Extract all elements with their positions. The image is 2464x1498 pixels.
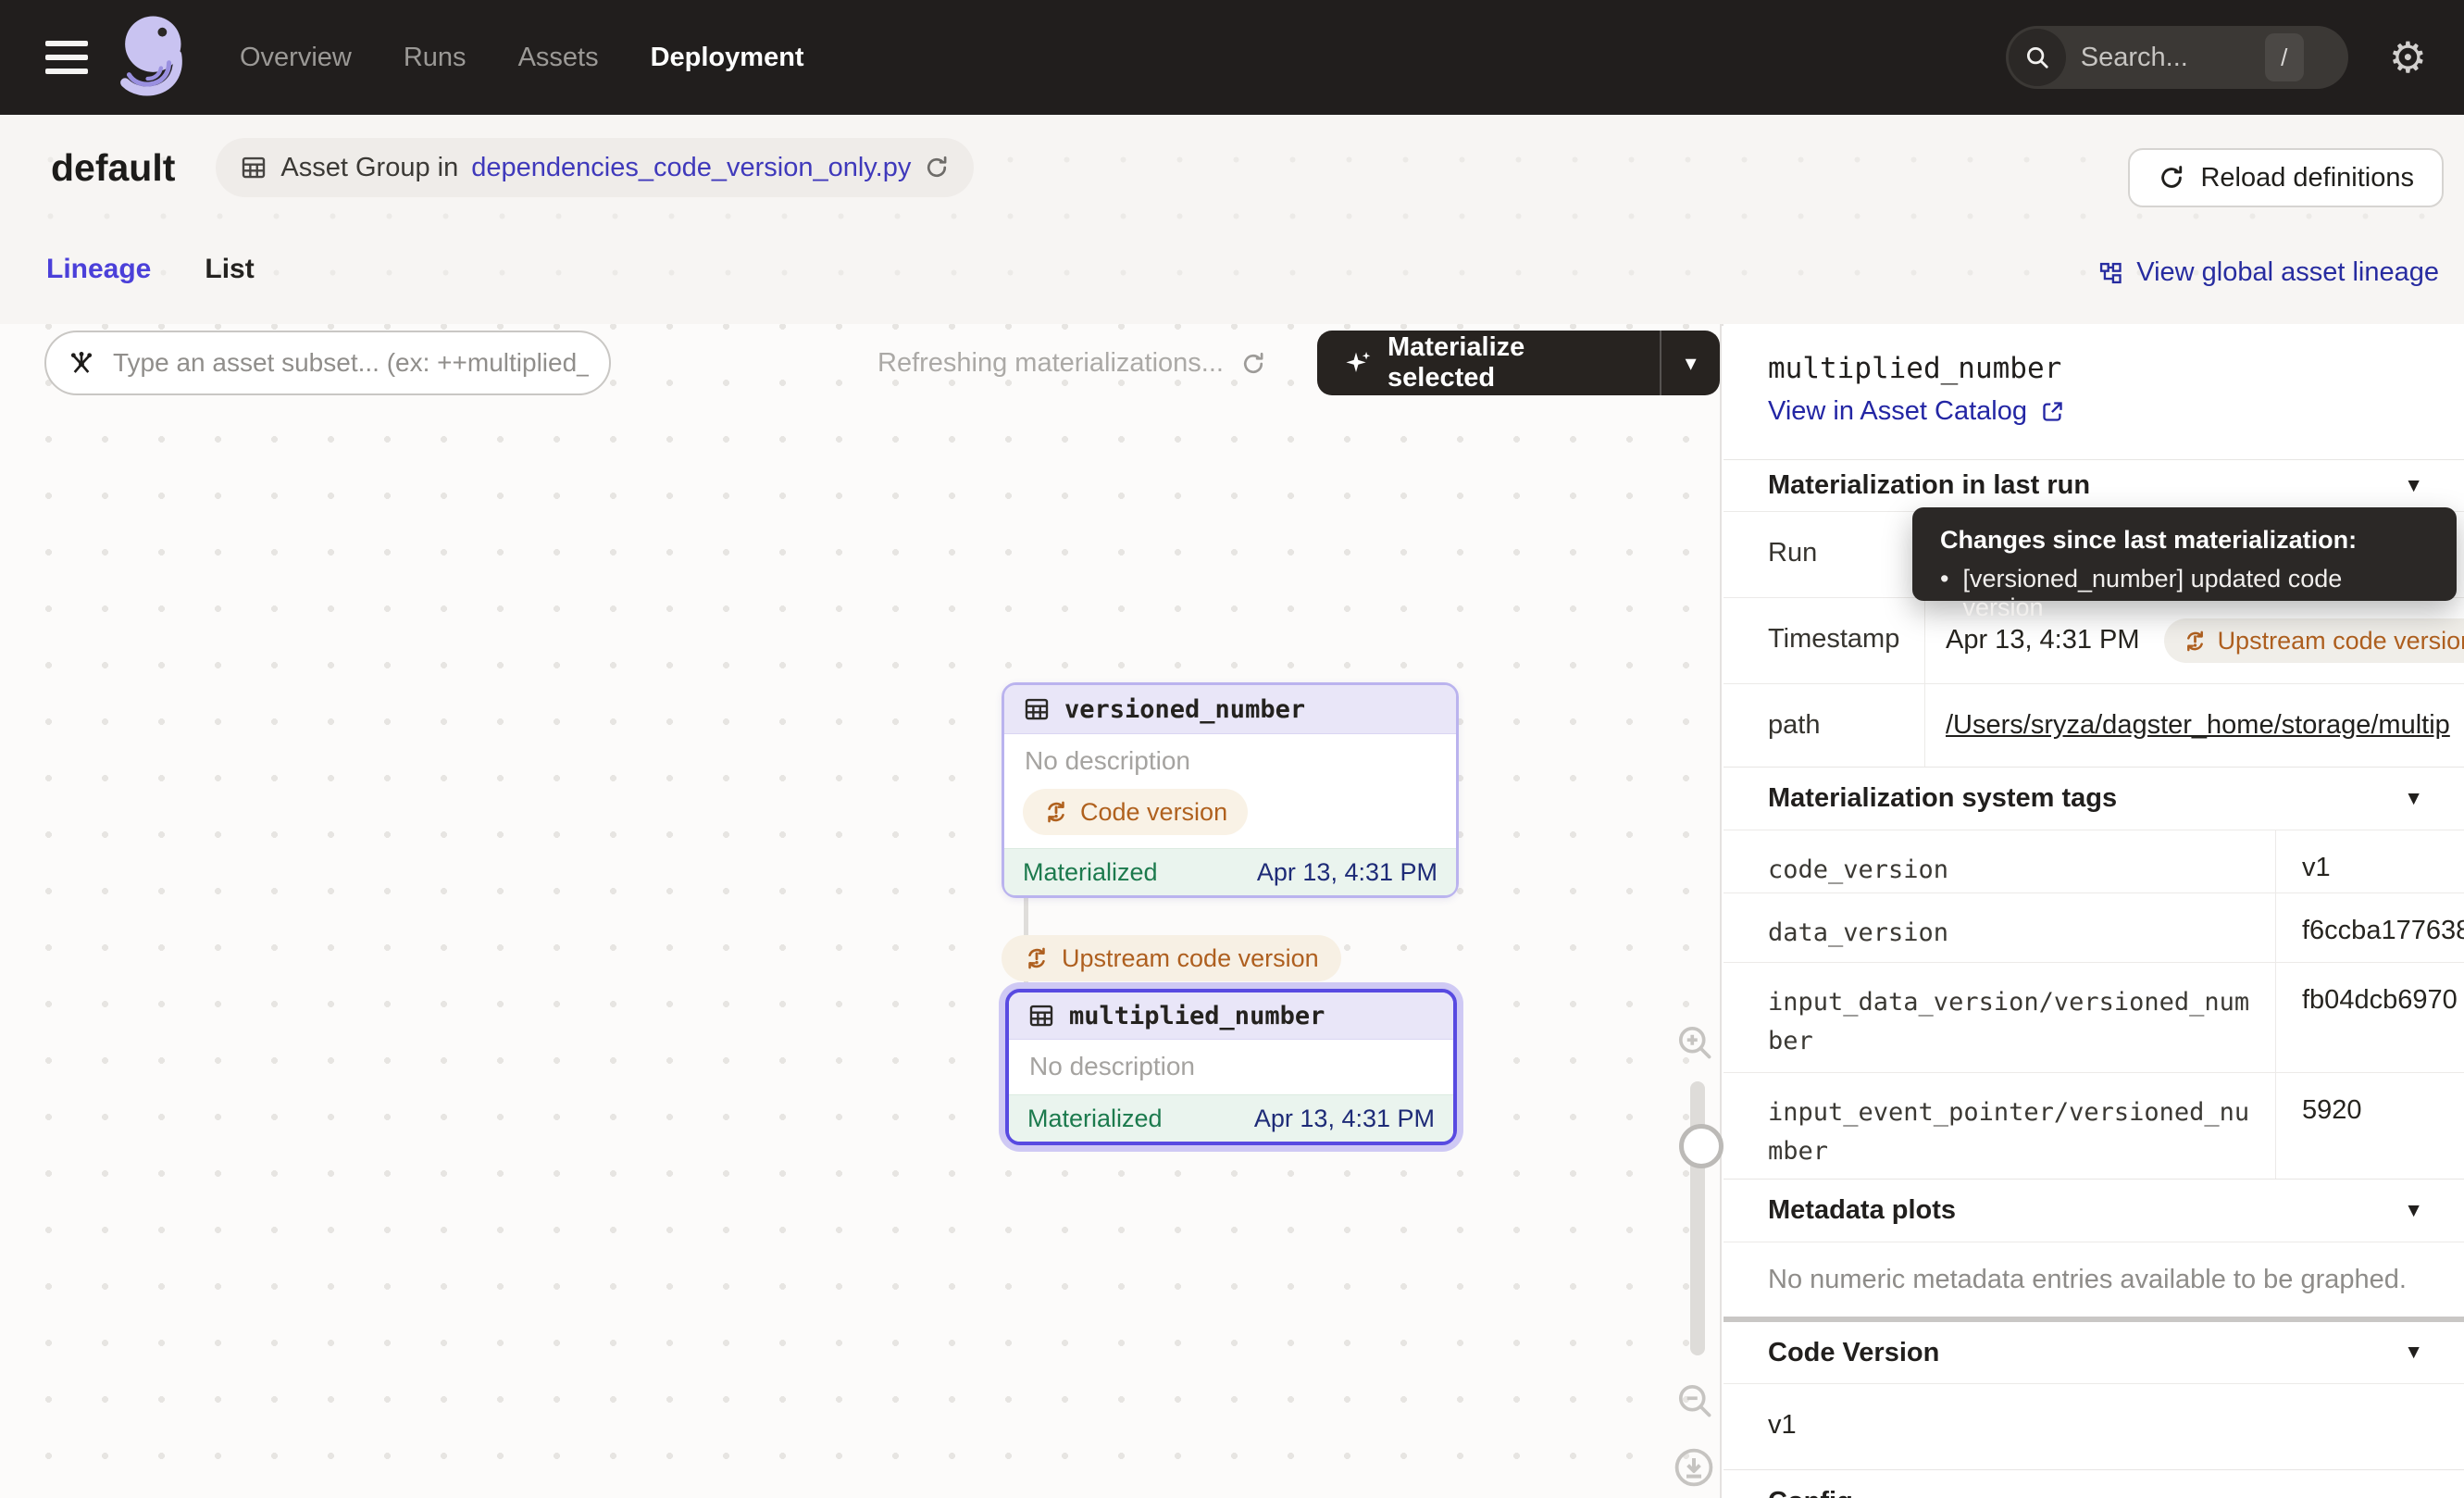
table-row-input-data-version: input_data_version/versioned_number fb04… <box>1724 962 2464 1072</box>
top-navbar: Overview Runs Assets Deployment / ⚙ <box>0 0 2464 115</box>
tag-value: v1 <box>2276 830 2464 893</box>
nav-item-deployment[interactable]: Deployment <box>651 43 804 73</box>
panel-asset-title: multiplied_number <box>1768 352 2061 385</box>
asset-group-file-link[interactable]: dependencies_code_version_only.py <box>471 153 911 183</box>
path-link[interactable]: /Users/sryza/dagster_home/storage/multip <box>1946 710 2450 740</box>
tag-value: 5920 <box>2276 1073 2464 1179</box>
code-version-value: v1 <box>1724 1384 1797 1469</box>
asset-node-title: versioned_number <box>1064 695 1305 724</box>
global-search[interactable]: / <box>2006 26 2348 89</box>
table-grid-icon <box>1023 695 1051 723</box>
external-link-icon <box>2040 399 2065 424</box>
view-in-asset-catalog-link[interactable]: View in Asset Catalog <box>1768 396 2065 427</box>
table-row-input-event-pointer: input_event_pointer/versioned_number 592… <box>1724 1072 2464 1179</box>
materialized-status: Materialized <box>1023 858 1158 887</box>
asset-node-description: No description <box>1004 734 1456 780</box>
materialized-status: Materialized <box>1027 1105 1163 1133</box>
materialize-dropdown-caret[interactable]: ▾ <box>1661 331 1720 395</box>
changes-tooltip: Changes since last materialization: • [v… <box>1912 507 2457 601</box>
sync-alert-icon <box>1043 799 1069 825</box>
upstream-code-version-badge: Upstream code version <box>1002 935 1341 981</box>
section-metadata-plots[interactable]: Metadata plots ▼ <box>1724 1179 2464 1242</box>
section-materialization-system-tags[interactable]: Materialization system tags ▼ <box>1724 767 2464 830</box>
tooltip-item: • [versioned_number] updated code versio… <box>1940 565 2429 622</box>
zoom-slider-track[interactable] <box>1690 1081 1705 1355</box>
asset-subset-icon <box>67 348 96 378</box>
asset-group-badge: Asset Group in dependencies_code_version… <box>216 138 974 197</box>
sync-alert-icon <box>2183 629 2208 654</box>
view-tabs: Lineage List View global asset lineage <box>0 220 2464 322</box>
asset-subset-input[interactable] <box>111 347 591 379</box>
asset-subset-filter[interactable] <box>44 331 611 395</box>
asset-lineage-canvas[interactable]: Refreshing materializations... Materiali… <box>0 324 1722 1498</box>
primary-nav: Overview Runs Assets Deployment <box>240 43 804 73</box>
materialized-timestamp: Apr 13, 4:31 PM <box>1257 858 1437 887</box>
tag-key: input_event_pointer/versioned_number <box>1724 1073 2276 1179</box>
tab-lineage[interactable]: Lineage <box>46 220 151 322</box>
row-label: path <box>1724 684 1925 767</box>
sync-alert-icon <box>1024 945 1050 971</box>
materialize-selected-button[interactable]: Materialize selected ▾ <box>1317 331 1720 395</box>
asset-details-panel: multiplied_number View in Asset Catalog … <box>1724 324 2464 1498</box>
asset-group-grid-icon <box>240 154 268 181</box>
refresh-icon[interactable] <box>924 155 950 181</box>
reload-definitions-button[interactable]: Reload definitions <box>2128 148 2444 207</box>
gear-icon[interactable]: ⚙ <box>2389 36 2427 79</box>
table-grid-icon <box>1027 1002 1055 1030</box>
section-code-version[interactable]: Code Version ▼ <box>1724 1322 2464 1383</box>
page-header: default Asset Group in dependencies_code… <box>0 115 2464 326</box>
materialized-timestamp: Apr 13, 4:31 PM <box>1254 1105 1435 1133</box>
table-row-data-version: data_version f6ccba177638 <box>1724 893 2464 962</box>
search-icon <box>2009 29 2066 86</box>
code-version-value-row: v1 <box>1724 1383 2464 1469</box>
lineage-icon <box>2097 260 2123 286</box>
asset-group-prefix: Asset Group in <box>280 153 458 183</box>
sparkle-icon <box>1343 348 1373 378</box>
chevron-down-icon[interactable]: ▼ <box>2404 788 2423 810</box>
nav-item-overview[interactable]: Overview <box>240 43 352 73</box>
chevron-down-icon[interactable]: ▼ <box>2404 1342 2423 1364</box>
upstream-code-version-badge: Upstream code version <box>2164 618 2464 663</box>
view-global-asset-lineage-link[interactable]: View global asset lineage <box>2097 257 2439 288</box>
refresh-icon[interactable] <box>1240 351 1266 377</box>
reload-icon <box>2158 164 2185 192</box>
asset-node-title: multiplied_number <box>1069 1002 1325 1030</box>
row-label: Run <box>1724 512 1925 597</box>
nav-item-runs[interactable]: Runs <box>404 43 467 73</box>
table-row-path: path /Users/sryza/dagster_home/storage/m… <box>1724 683 2464 767</box>
asset-node-description: No description <box>1009 1040 1453 1094</box>
tab-list[interactable]: List <box>205 220 254 322</box>
dagster-logo-icon[interactable] <box>106 9 192 106</box>
zoom-slider-handle[interactable] <box>1679 1124 1724 1168</box>
asset-node-multiplied-number[interactable]: multiplied_number No description Materia… <box>1005 989 1457 1145</box>
tag-key: input_data_version/versioned_number <box>1724 963 2276 1072</box>
chevron-down-icon[interactable]: ▼ <box>2404 475 2423 497</box>
tag-value: f6ccba177638 <box>2276 893 2464 962</box>
metadata-plots-empty-message: No numeric metadata entries available to… <box>1724 1242 2464 1317</box>
chevron-down-icon[interactable]: ▼ <box>2404 1200 2423 1222</box>
asset-node-versioned-number[interactable]: versioned_number No description Code ver… <box>1002 682 1459 898</box>
tag-value: fb04dcb6970 <box>2276 963 2464 1072</box>
table-row-code-version: code_version v1 <box>1724 830 2464 893</box>
search-shortcut-badge: / <box>2265 33 2304 81</box>
zoom-out-icon[interactable] <box>1674 1380 1715 1421</box>
tag-key: code_version <box>1724 830 2276 893</box>
section-config[interactable]: Config <box>1724 1469 2464 1498</box>
tag-key: data_version <box>1724 893 2276 962</box>
page-title: default <box>51 146 175 190</box>
zoom-in-icon[interactable] <box>1674 1022 1715 1063</box>
nav-item-assets[interactable]: Assets <box>518 43 599 73</box>
hamburger-menu-icon[interactable] <box>45 41 88 74</box>
code-version-badge: Code version <box>1023 789 1248 835</box>
section-materialization-last-run[interactable]: Materialization in last run ▼ <box>1724 459 2464 511</box>
search-input[interactable] <box>2079 42 2259 74</box>
row-label: Timestamp <box>1724 598 1925 683</box>
tooltip-title: Changes since last materialization: <box>1940 526 2429 555</box>
refresh-status: Refreshing materializations... <box>877 348 1266 379</box>
bullet-icon: • <box>1940 565 1948 622</box>
download-image-icon[interactable] <box>1672 1445 1716 1490</box>
